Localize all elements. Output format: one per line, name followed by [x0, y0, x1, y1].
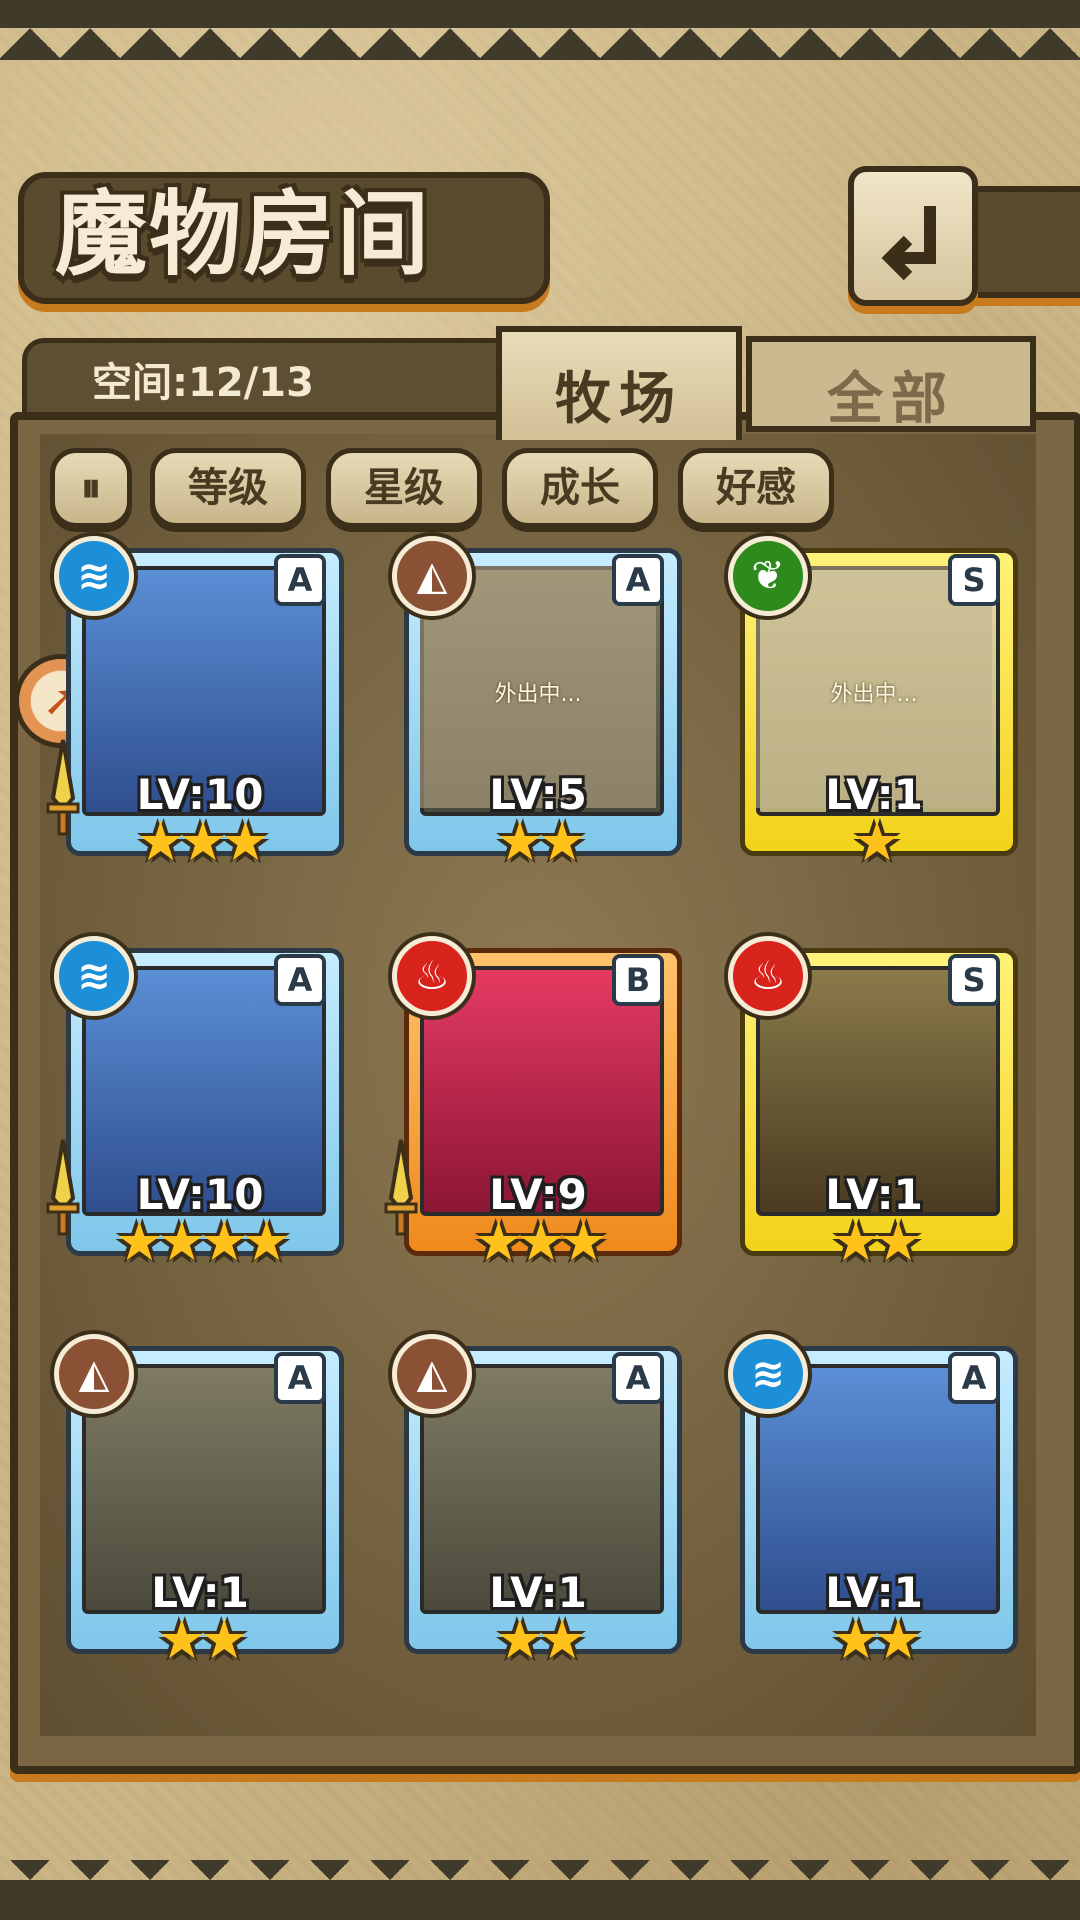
back-arrow-icon [881, 206, 936, 281]
sort-toggle-icon: ⏸ [81, 465, 101, 511]
water-element-icon: ≋ [728, 1334, 808, 1414]
header-bar-right [960, 186, 1080, 298]
earth-element-icon: ◭ [54, 1334, 134, 1414]
earth-element-icon: ◭ [392, 536, 472, 616]
star-rating: ★★ [495, 810, 587, 873]
back-button[interactable] [848, 166, 978, 306]
bottom-border [0, 1840, 1080, 1920]
monster-card[interactable]: 外出中... A ◭ LV:5 ★★ [392, 536, 682, 873]
star-rating: ★★ [831, 1210, 923, 1273]
wood-element-icon: ❦ [728, 536, 808, 616]
grade-badge: A [612, 1352, 664, 1404]
tab-all-label: 全部 [827, 367, 955, 432]
monster-card[interactable]: A ≋ LV:10 ★★★★ [46, 936, 344, 1273]
filter-star-button[interactable]: 星级 [326, 448, 482, 528]
grade-badge: A [274, 954, 326, 1006]
grade-badge: A [948, 1352, 1000, 1404]
grade-badge: S [948, 554, 1000, 606]
grade-badge: S [948, 954, 1000, 1006]
star-rating: ★★★ [474, 1210, 607, 1273]
away-status-text: 外出中... [494, 682, 582, 707]
page-title: 魔物房间 [55, 181, 432, 288]
fire-element-icon: ♨ [728, 936, 808, 1016]
sort-toggle-button[interactable]: ⏸ [50, 448, 132, 528]
water-element-icon: ≋ [54, 536, 134, 616]
top-border [0, 0, 1080, 70]
filter-growth-button[interactable]: 成长 [502, 448, 658, 528]
filter-level-button[interactable]: 等级 [150, 448, 306, 528]
tab-ranch[interactable]: 牧场 [496, 326, 742, 440]
monster-card[interactable]: A ◭ LV:1 ★★ [54, 1334, 344, 1671]
star-rating: ★★★ [136, 810, 269, 873]
star-rating: ★★★★ [115, 1210, 291, 1273]
earth-element-icon: ◭ [392, 1334, 472, 1414]
monster-card[interactable]: B ♨ LV:9 ★★★ [384, 936, 682, 1273]
grade-badge: A [274, 1352, 326, 1404]
away-status-text: 外出中... [830, 682, 918, 707]
star-rating: ★ [852, 810, 901, 873]
filter-affection-button[interactable]: 好感 [678, 448, 834, 528]
tab-all[interactable]: 全部 [746, 336, 1036, 432]
monster-card[interactable]: A ≋ LV:10 ★★★ [46, 536, 344, 873]
monster-card[interactable]: A ◭ LV:1 ★★ [392, 1334, 682, 1671]
star-rating: ★★ [157, 1608, 249, 1671]
grade-badge: A [612, 554, 664, 606]
monster-card[interactable]: S ♨ LV:1 ★★ [728, 936, 1018, 1273]
water-element-icon: ≋ [54, 936, 134, 1016]
monster-card[interactable]: A ≋ LV:1 ★★ [728, 1334, 1018, 1671]
grade-badge: B [612, 954, 664, 1006]
tab-ranch-label: 牧场 [555, 367, 683, 432]
star-rating: ★★ [831, 1608, 923, 1671]
capacity-text: 空间:12/13 [92, 360, 314, 406]
monster-card[interactable]: 外出中... S ❦ LV:1 ★ [728, 536, 1018, 873]
grade-badge: A [274, 554, 326, 606]
fire-element-icon: ♨ [392, 936, 472, 1016]
star-rating: ★★ [495, 1608, 587, 1671]
